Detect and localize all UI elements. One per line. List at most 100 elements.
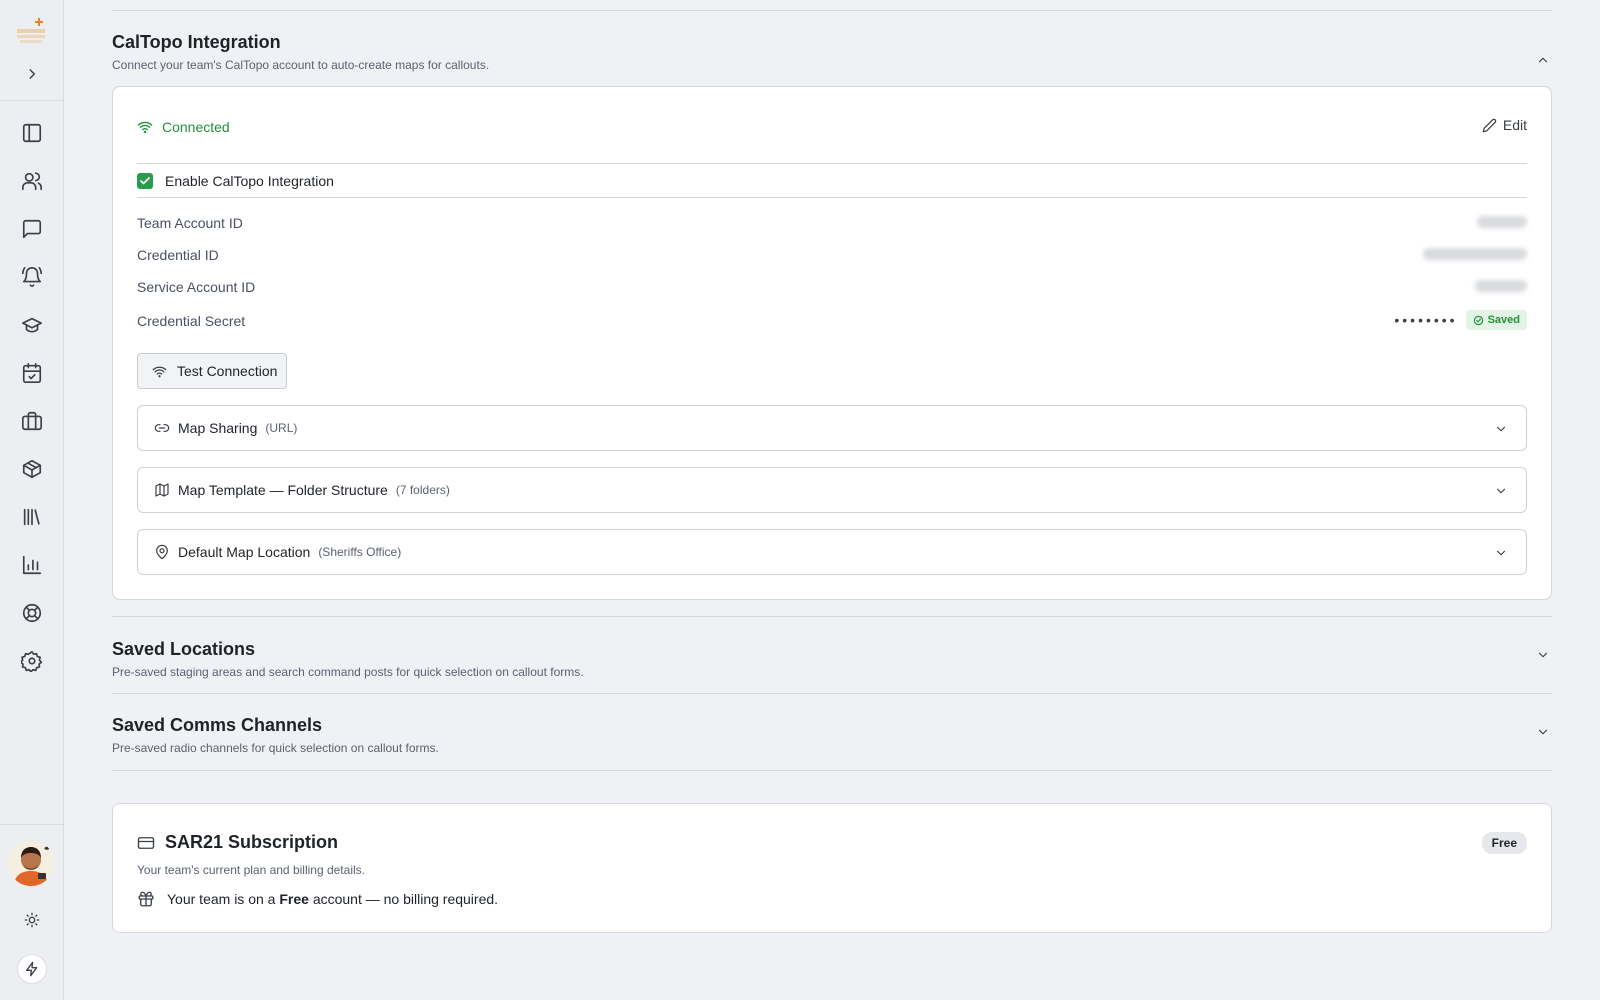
check-icon: [140, 176, 150, 184]
life-buoy-icon: [22, 603, 42, 623]
credential-id-label: Credential ID: [137, 247, 219, 263]
service-account-id-label: Service Account ID: [137, 279, 256, 295]
expand-saved-locations-button[interactable]: [1534, 646, 1552, 664]
chevron-down-icon: [1492, 420, 1510, 438]
plan-message: Your team is on a Free account — no bill…: [137, 890, 498, 908]
saved-badge: Saved: [1465, 310, 1527, 330]
sidebar-item-library[interactable]: [16, 501, 48, 533]
service-account-id-value-redacted: [1475, 280, 1527, 292]
sidebar-divider: [0, 100, 64, 101]
saved-locations-section-header[interactable]: Saved Locations Pre-saved staging areas …: [112, 617, 1552, 693]
accordion-title: Default Map Location: [178, 544, 311, 560]
package-icon: [22, 459, 42, 479]
section-title: CalTopo Integration: [112, 32, 281, 52]
expand-sidebar-button[interactable]: [20, 62, 44, 86]
saved-comms-section-header[interactable]: Saved Comms Channels Pre-saved radio cha…: [112, 694, 1552, 770]
quick-action-button[interactable]: [17, 954, 47, 984]
bell-ring-icon: [22, 267, 42, 288]
sidebar-item-messages[interactable]: [16, 213, 48, 245]
accordion-subtitle: (URL): [265, 421, 298, 435]
team-account-id-value-redacted: [1477, 216, 1527, 228]
wifi-icon: [137, 121, 153, 134]
plan-message-suffix: account — no billing required.: [312, 891, 499, 907]
section-title: Saved Comms Channels: [112, 715, 323, 735]
edit-label: Edit: [1502, 117, 1527, 133]
accordion-subtitle: (Sheriffs Office): [318, 545, 402, 559]
chevron-up-icon: [1538, 57, 1548, 63]
bar-chart-icon: [22, 555, 42, 575]
saved-label: Saved: [1487, 314, 1520, 326]
gear-icon: [21, 651, 43, 672]
sidebar-item-reports[interactable]: [16, 549, 48, 581]
credential-id-value-redacted: [1423, 248, 1527, 260]
sidebar-item-alerts[interactable]: [16, 261, 48, 293]
wifi-icon: [152, 366, 167, 377]
chevron-down-icon: [1538, 652, 1548, 658]
accordion-title: Map Template — Folder Structure: [178, 482, 388, 498]
accordion-subtitle: (7 folders): [395, 483, 450, 497]
sidebar-item-training[interactable]: [16, 309, 48, 341]
credential-secret-value: •••••••• Saved: [1394, 310, 1527, 330]
team-account-id-row: Team Account ID: [113, 206, 1551, 238]
subscription-header: SAR21 Subscription: [137, 832, 338, 853]
theme-toggle-button[interactable]: [20, 908, 44, 932]
test-connection-button[interactable]: Test Connection: [137, 353, 287, 389]
caltopo-section-header[interactable]: CalTopo Integration Connect your team's …: [112, 11, 1552, 86]
subscription-title: SAR21 Subscription: [165, 832, 339, 852]
map-template-accordion[interactable]: Map Template — Folder Structure (7 folde…: [137, 467, 1527, 513]
default-map-location-accordion[interactable]: Default Map Location (Sheriffs Office): [137, 529, 1527, 575]
enable-integration-row[interactable]: Enable CalTopo Integration: [113, 164, 1551, 197]
subscription-description: Your team's current plan and billing det…: [137, 863, 365, 877]
collapse-caltopo-button[interactable]: [1534, 51, 1552, 69]
plan-badge: Free: [1481, 832, 1527, 854]
bolt-icon: [26, 961, 38, 977]
expand-saved-comms-button[interactable]: [1534, 723, 1552, 741]
message-square-icon: [22, 219, 42, 239]
section-description: Connect your team's CalTopo account to a…: [112, 58, 490, 72]
section-title: Saved Locations: [112, 639, 256, 659]
sidebar-divider-bottom: [0, 824, 64, 825]
calendar-check-icon: [22, 363, 42, 383]
connection-status-label: Connected: [162, 119, 230, 135]
check-circle-icon: [1473, 315, 1483, 325]
main-content: CalTopo Integration Connect your team's …: [112, 0, 1552, 933]
avatar[interactable]: [8, 840, 54, 886]
team-account-id-label: Team Account ID: [137, 215, 243, 231]
chevron-right-icon: [29, 69, 36, 79]
sidebar-item-equipment[interactable]: [16, 405, 48, 437]
sidebar-item-support[interactable]: [16, 597, 48, 629]
sun-icon: [24, 912, 40, 928]
sidebar-item-inventory[interactable]: [16, 453, 48, 485]
chevron-down-icon: [1492, 482, 1510, 500]
team-logo[interactable]: [14, 14, 50, 50]
briefcase-icon: [22, 411, 42, 431]
gift-icon: [138, 891, 154, 907]
sidebar-item-members[interactable]: [16, 165, 48, 197]
credential-secret-label: Credential Secret: [137, 313, 246, 329]
sidebar-item-calendar[interactable]: [16, 357, 48, 389]
sidebar: [0, 0, 64, 1000]
test-connection-label: Test Connection: [177, 363, 278, 379]
sidebar-item-layout[interactable]: [16, 117, 48, 149]
edit-button[interactable]: Edit: [1482, 117, 1527, 133]
chevron-down-icon: [1538, 729, 1548, 735]
section-description: Pre-saved radio channels for quick selec…: [112, 741, 439, 755]
plan-message-text: Your team is on a Free account — no bill…: [167, 891, 498, 907]
panel-left-icon: [22, 123, 42, 143]
enable-integration-label: Enable CalTopo Integration: [165, 172, 334, 189]
sidebar-item-settings[interactable]: [16, 645, 48, 677]
map-sharing-accordion[interactable]: Map Sharing (URL): [137, 405, 1527, 451]
accordion-title: Map Sharing: [178, 420, 258, 436]
plan-name: Free: [279, 891, 309, 907]
subscription-card: SAR21 Subscription Free Your team's curr…: [112, 803, 1552, 933]
library-icon: [23, 508, 40, 526]
graduation-cap-icon: [22, 317, 42, 333]
service-account-id-row: Service Account ID: [113, 270, 1551, 302]
connection-status-row: Connected Edit: [113, 87, 1551, 163]
chevron-down-icon: [1492, 544, 1510, 562]
secret-mask: ••••••••: [1394, 312, 1458, 328]
enable-integration-checkbox[interactable]: [137, 172, 153, 189]
section-description: Pre-saved staging areas and search comma…: [112, 665, 584, 679]
caltopo-card: Connected Edit Enable CalTopo Integratio…: [112, 86, 1552, 600]
credential-secret-row: Credential Secret •••••••• Saved: [113, 302, 1551, 336]
